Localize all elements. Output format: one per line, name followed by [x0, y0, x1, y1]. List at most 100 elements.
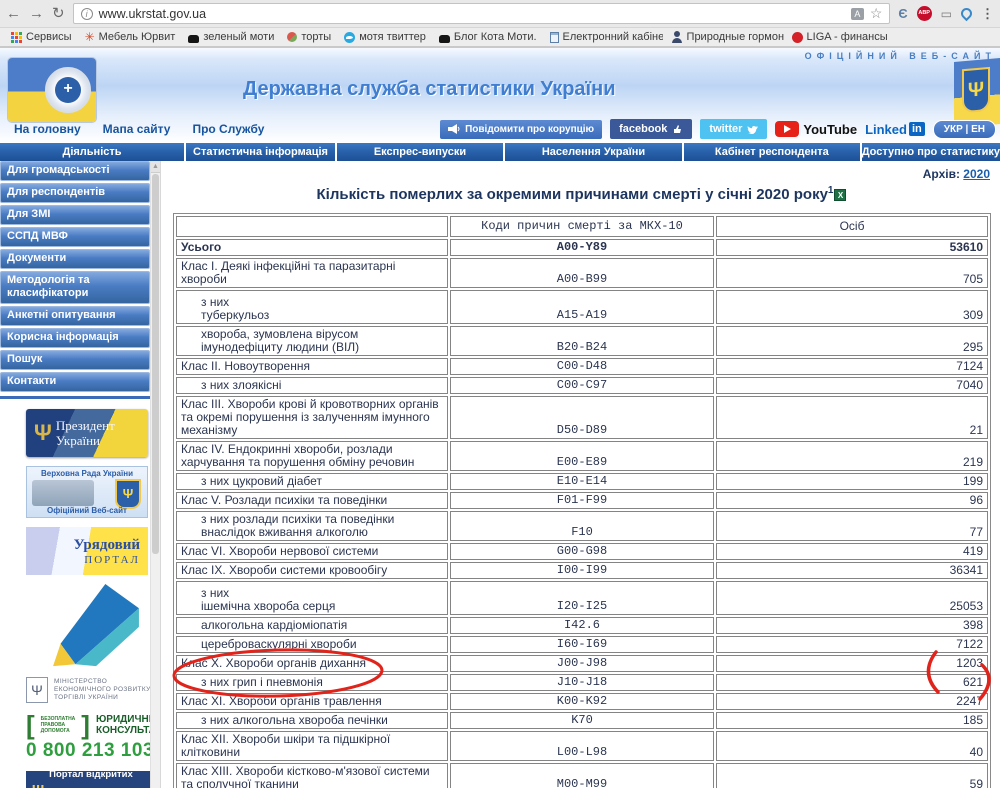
sidebar-item[interactable]: Документи [0, 249, 150, 269]
icd-code: A15-A19 [450, 290, 714, 324]
deaths-count: 1203 [716, 655, 988, 672]
cast-icon[interactable]: ▭ [941, 7, 952, 21]
reload-icon[interactable]: ↻ [52, 6, 65, 21]
chrome-menu-icon[interactable]: ⋮ [981, 6, 994, 22]
icd-code: M00-M99 [450, 763, 714, 788]
youtube-button[interactable]: YouTube [775, 121, 857, 137]
cause-label: алкогольна кардіоміопатія [176, 617, 448, 634]
nav-tab[interactable]: Доступно про статистику [861, 143, 1000, 161]
page-info-icon[interactable]: i [80, 7, 93, 20]
bookmark-label: Електронний кабіне [562, 31, 663, 43]
bookmark-label: мотя твиттер [359, 31, 426, 43]
nav-tab[interactable]: Населення України [505, 143, 682, 161]
sidebar-item[interactable]: ССПД МВФ [0, 227, 150, 247]
linkedin-button[interactable]: Linked in [865, 122, 925, 137]
sidebar-item[interactable]: Для ЗМІ [0, 205, 150, 225]
sidebar-item[interactable]: Для громадськості [0, 161, 150, 181]
document-icon [549, 31, 559, 43]
sidebar-item[interactable]: Для респондентів [0, 183, 150, 203]
open-data-banner[interactable]: Ψ Портал відкритих даних Єдиний державни… [26, 770, 160, 788]
cause-label: Клас II. Новоутворення [176, 358, 448, 375]
icd-code: J00-J98 [450, 655, 714, 672]
table-row: Клас IV. Ендокринні хвороби, розлади хар… [176, 441, 988, 471]
forward-icon[interactable]: → [29, 6, 44, 21]
table-row: з них злоякісні C00-C97 7040 [176, 377, 988, 394]
bookmark-label: зеленый моти [203, 31, 275, 43]
person-icon [671, 31, 683, 43]
header-link[interactable]: Мапа сайту [103, 122, 171, 136]
sidebar-item[interactable]: Анкетні опитування [0, 306, 150, 326]
deaths-count: 59 [716, 763, 988, 788]
report-corruption-button[interactable]: Повідомити про корупцію [440, 119, 603, 139]
deaths-count: 309 [716, 290, 988, 324]
deaths-count: 621 [716, 674, 988, 691]
bookmark-label: Сервисы [26, 31, 72, 43]
sidebar-item[interactable]: Пошук [0, 350, 150, 370]
rada-banner[interactable]: Верховна Рада України Ψ Офіційний Веб-са… [26, 466, 148, 518]
adblock-icon[interactable]: ABP [916, 6, 932, 21]
scroll-up-icon[interactable]: ▲ [151, 161, 160, 173]
back-icon[interactable]: ← [6, 6, 21, 21]
bookmark-item[interactable]: Природные гормон [666, 31, 784, 43]
deaths-count: 25053 [716, 581, 988, 615]
bookmark-label: Природные гормон [686, 31, 784, 43]
address-bar[interactable]: i www.ukrstat.gov.ua A ☆ [72, 3, 891, 24]
linkedin-in-icon: in [908, 122, 925, 136]
bookmark-item[interactable]: Електронний кабіне [545, 31, 663, 43]
excel-download-icon[interactable]: X [834, 189, 847, 202]
cause-label: Клас III. Хвороби крові й кровотворних о… [176, 396, 448, 439]
extension-icon[interactable]: Є [898, 6, 907, 21]
liga-icon [791, 31, 803, 43]
cause-label: з них розлади психіки та поведінки внасл… [176, 511, 448, 541]
bookmark-item[interactable]: зеленый моти [183, 31, 279, 43]
ministry-banner[interactable]: Ψ МІНІСТЕРСТВО ЕКОНОМІЧНОГО РОЗВИТКУ І Т… [26, 584, 166, 703]
trident-icon: Ψ [962, 66, 990, 114]
cause-label: Клас V. Розлади психіки та поведінки [176, 492, 448, 509]
header-link[interactable]: Про Службу [192, 122, 264, 136]
archive-year-link[interactable]: 2020 [963, 167, 990, 181]
icd-code: C00-D48 [450, 358, 714, 375]
cause-label: з них злоякісні [176, 377, 448, 394]
icd-code: F10 [450, 511, 714, 541]
icd-code: E00-E89 [450, 441, 714, 471]
bookmark-item[interactable]: LIGA - финансы [787, 31, 893, 43]
facebook-button[interactable]: facebook [610, 119, 693, 139]
bookmark-item[interactable]: Сервисы [6, 31, 77, 43]
president-banner[interactable]: Ψ Президент України [26, 409, 148, 457]
government-portal-banner[interactable]: Урядовий ПОРТАЛ [26, 527, 148, 575]
nav-tab[interactable]: Експрес-випуски [337, 143, 503, 161]
nav-tab[interactable]: Кабінет респондента [684, 143, 860, 161]
url-text[interactable]: www.ukrstat.gov.ua [99, 7, 845, 21]
site-logo[interactable]: + [8, 58, 96, 122]
sidebar-scrollbar[interactable]: ▲ [150, 161, 161, 788]
icd-code: K00-K92 [450, 693, 714, 710]
header-link[interactable]: На головну [14, 122, 81, 136]
legal-aid-banner[interactable]: [ БЕЗОПЛАТНА ПРАВОВА ДОПОМОГА ] ЮРИДИЧНІ… [26, 712, 169, 762]
table-row: Клас V. Розлади психіки та поведінки F01… [176, 492, 988, 509]
icd-code: F01-F99 [450, 492, 714, 509]
translate-icon[interactable]: A [850, 7, 864, 20]
sidebar-item[interactable]: Методологія та класифікатори [0, 271, 150, 304]
statistics-emblem-icon: + [45, 67, 91, 113]
nav-tab[interactable]: Діяльність [0, 143, 184, 161]
language-switcher[interactable]: УКР | ЕН [932, 119, 996, 139]
cat-icon [188, 34, 200, 43]
deaths-count: 398 [716, 617, 988, 634]
bookmark-label: торты [301, 31, 332, 43]
cause-label: Клас XIII. Хвороби кістково-м'язової сис… [176, 763, 448, 788]
bookmark-star-icon[interactable]: ☆ [870, 5, 883, 22]
bookmark-item[interactable]: Блог Кота Моти. [434, 31, 542, 43]
icd-code: I42.6 [450, 617, 714, 634]
deaths-count: 185 [716, 712, 988, 729]
icd-code: C00-C97 [450, 377, 714, 394]
sidebar-item[interactable]: Корисна інформація [0, 328, 150, 348]
scrollbar-thumb[interactable] [152, 174, 159, 554]
nav-tab[interactable]: Статистична інформація [186, 143, 335, 161]
sidebar-item[interactable]: Контакти [0, 372, 150, 392]
twitter-button[interactable]: twitter [700, 119, 768, 139]
bookmark-item[interactable]: торты [282, 31, 336, 43]
trident-icon: Ψ [115, 479, 141, 509]
drop-extension-icon[interactable] [958, 5, 975, 22]
bookmark-item[interactable]: мотя твиттер [339, 31, 431, 43]
bookmark-item[interactable]: Мебель Юрвит [80, 31, 181, 44]
